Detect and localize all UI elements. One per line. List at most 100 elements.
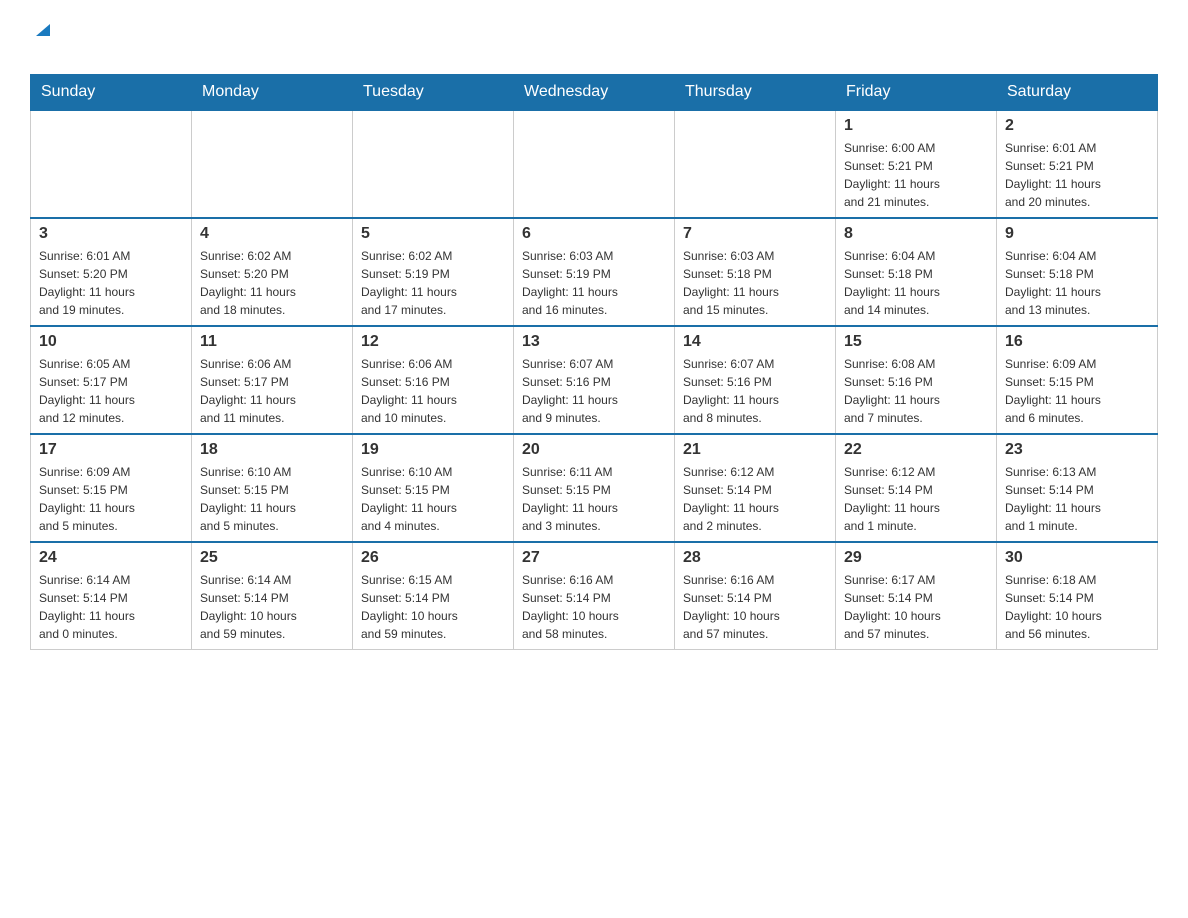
calendar-cell: 7 Sunrise: 6:03 AM Sunset: 5:18 PM Daylig… — [675, 218, 836, 326]
weekday-header-monday: Monday — [192, 75, 353, 111]
day-number: 20 — [522, 441, 666, 459]
calendar-cell — [353, 110, 514, 218]
calendar-cell: 16 Sunrise: 6:09 AM Sunset: 5:15 PM Dayli… — [997, 326, 1158, 434]
day-info: Sunrise: 6:12 AM Sunset: 5:14 PM Dayligh… — [683, 463, 827, 535]
calendar-cell: 5 Sunrise: 6:02 AM Sunset: 5:19 PM Daylig… — [353, 218, 514, 326]
logo — [30, 20, 72, 64]
day-info: Sunrise: 6:14 AM Sunset: 5:14 PM Dayligh… — [39, 571, 183, 643]
day-info: Sunrise: 6:09 AM Sunset: 5:15 PM Dayligh… — [39, 463, 183, 535]
calendar-table: SundayMondayTuesdayWednesdayThursdayFrid… — [30, 74, 1158, 650]
day-info: Sunrise: 6:10 AM Sunset: 5:15 PM Dayligh… — [361, 463, 505, 535]
calendar-cell: 9 Sunrise: 6:04 AM Sunset: 5:18 PM Daylig… — [997, 218, 1158, 326]
day-info: Sunrise: 6:00 AM Sunset: 5:21 PM Dayligh… — [844, 139, 988, 211]
calendar-week-5: 24 Sunrise: 6:14 AM Sunset: 5:14 PM Dayli… — [31, 542, 1158, 650]
calendar-cell: 18Sunrise: 6:10 AM Sunset: 5:15 PM Dayli… — [192, 434, 353, 542]
day-info: Sunrise: 6:12 AM Sunset: 5:14 PM Dayligh… — [844, 463, 988, 535]
calendar-cell — [192, 110, 353, 218]
calendar-header-row: SundayMondayTuesdayWednesdayThursdayFrid… — [31, 75, 1158, 111]
day-number: 9 — [1005, 225, 1149, 243]
calendar-week-1: 1Sunrise: 6:00 AM Sunset: 5:21 PM Daylig… — [31, 110, 1158, 218]
day-info: Sunrise: 6:02 AM Sunset: 5:20 PM Dayligh… — [200, 247, 344, 319]
day-info: Sunrise: 6:03 AM Sunset: 5:18 PM Dayligh… — [683, 247, 827, 319]
day-info: Sunrise: 6:06 AM Sunset: 5:17 PM Dayligh… — [200, 355, 344, 427]
calendar-cell: 4 Sunrise: 6:02 AM Sunset: 5:20 PM Daylig… — [192, 218, 353, 326]
day-info: Sunrise: 6:18 AM Sunset: 5:14 PM Dayligh… — [1005, 571, 1149, 643]
calendar-cell: 28Sunrise: 6:16 AM Sunset: 5:14 PM Dayli… — [675, 542, 836, 650]
calendar-cell: 12 Sunrise: 6:06 AM Sunset: 5:16 PM Dayli… — [353, 326, 514, 434]
day-info: Sunrise: 6:07 AM Sunset: 5:16 PM Dayligh… — [683, 355, 827, 427]
day-number: 6 — [522, 225, 666, 243]
day-number: 3 — [39, 225, 183, 243]
calendar-cell: 17Sunrise: 6:09 AM Sunset: 5:15 PM Dayli… — [31, 434, 192, 542]
day-info: Sunrise: 6:07 AM Sunset: 5:16 PM Dayligh… — [522, 355, 666, 427]
day-number: 23 — [1005, 441, 1149, 459]
calendar-cell: 14 Sunrise: 6:07 AM Sunset: 5:16 PM Dayli… — [675, 326, 836, 434]
day-info: Sunrise: 6:06 AM Sunset: 5:16 PM Dayligh… — [361, 355, 505, 427]
weekday-header-friday: Friday — [836, 75, 997, 111]
day-number: 26 — [361, 549, 505, 567]
day-info: Sunrise: 6:03 AM Sunset: 5:19 PM Dayligh… — [522, 247, 666, 319]
day-number: 30 — [1005, 549, 1149, 567]
day-info: Sunrise: 6:11 AM Sunset: 5:15 PM Dayligh… — [522, 463, 666, 535]
day-info: Sunrise: 6:14 AM Sunset: 5:14 PM Dayligh… — [200, 571, 344, 643]
day-number: 28 — [683, 549, 827, 567]
day-number: 19 — [361, 441, 505, 459]
calendar-cell: 1Sunrise: 6:00 AM Sunset: 5:21 PM Daylig… — [836, 110, 997, 218]
day-info: Sunrise: 6:02 AM Sunset: 5:19 PM Dayligh… — [361, 247, 505, 319]
day-info: Sunrise: 6:13 AM Sunset: 5:14 PM Dayligh… — [1005, 463, 1149, 535]
calendar-cell: 22 Sunrise: 6:12 AM Sunset: 5:14 PM Dayli… — [836, 434, 997, 542]
calendar-cell: 23 Sunrise: 6:13 AM Sunset: 5:14 PM Dayli… — [997, 434, 1158, 542]
calendar-cell — [675, 110, 836, 218]
calendar-cell: 13 Sunrise: 6:07 AM Sunset: 5:16 PM Dayli… — [514, 326, 675, 434]
day-number: 10 — [39, 333, 183, 351]
day-number: 16 — [1005, 333, 1149, 351]
calendar-week-2: 3 Sunrise: 6:01 AM Sunset: 5:20 PM Daylig… — [31, 218, 1158, 326]
day-number: 12 — [361, 333, 505, 351]
day-info: Sunrise: 6:01 AM Sunset: 5:21 PM Dayligh… — [1005, 139, 1149, 211]
calendar-cell: 6 Sunrise: 6:03 AM Sunset: 5:19 PM Daylig… — [514, 218, 675, 326]
day-number: 21 — [683, 441, 827, 459]
day-number: 25 — [200, 549, 344, 567]
weekday-header-saturday: Saturday — [997, 75, 1158, 111]
calendar-cell: 3 Sunrise: 6:01 AM Sunset: 5:20 PM Daylig… — [31, 218, 192, 326]
calendar-cell — [31, 110, 192, 218]
calendar-cell — [514, 110, 675, 218]
calendar-cell: 8 Sunrise: 6:04 AM Sunset: 5:18 PM Daylig… — [836, 218, 997, 326]
calendar-cell: 24 Sunrise: 6:14 AM Sunset: 5:14 PM Dayli… — [31, 542, 192, 650]
day-info: Sunrise: 6:01 AM Sunset: 5:20 PM Dayligh… — [39, 247, 183, 319]
day-number: 11 — [200, 333, 344, 351]
calendar-cell: 27Sunrise: 6:16 AM Sunset: 5:14 PM Dayli… — [514, 542, 675, 650]
day-number: 27 — [522, 549, 666, 567]
day-number: 5 — [361, 225, 505, 243]
day-info: Sunrise: 6:04 AM Sunset: 5:18 PM Dayligh… — [1005, 247, 1149, 319]
day-number: 14 — [683, 333, 827, 351]
calendar-cell: 26 Sunrise: 6:15 AM Sunset: 5:14 PM Dayli… — [353, 542, 514, 650]
calendar-cell: 25 Sunrise: 6:14 AM Sunset: 5:14 PM Dayli… — [192, 542, 353, 650]
day-info: Sunrise: 6:08 AM Sunset: 5:16 PM Dayligh… — [844, 355, 988, 427]
calendar-cell: 20 Sunrise: 6:11 AM Sunset: 5:15 PM Dayli… — [514, 434, 675, 542]
calendar-week-3: 10 Sunrise: 6:05 AM Sunset: 5:17 PM Dayli… — [31, 326, 1158, 434]
day-number: 4 — [200, 225, 344, 243]
day-number: 2 — [1005, 117, 1149, 135]
day-number: 8 — [844, 225, 988, 243]
day-info: Sunrise: 6:05 AM Sunset: 5:17 PM Dayligh… — [39, 355, 183, 427]
day-number: 7 — [683, 225, 827, 243]
day-number: 29 — [844, 549, 988, 567]
day-number: 13 — [522, 333, 666, 351]
day-number: 24 — [39, 549, 183, 567]
day-number: 22 — [844, 441, 988, 459]
calendar-cell: 10 Sunrise: 6:05 AM Sunset: 5:17 PM Dayli… — [31, 326, 192, 434]
calendar-cell: 21 Sunrise: 6:12 AM Sunset: 5:14 PM Dayli… — [675, 434, 836, 542]
day-info: Sunrise: 6:09 AM Sunset: 5:15 PM Dayligh… — [1005, 355, 1149, 427]
page-header — [30, 20, 1158, 64]
day-number: 15 — [844, 333, 988, 351]
day-info: Sunrise: 6:15 AM Sunset: 5:14 PM Dayligh… — [361, 571, 505, 643]
calendar-cell: 19 Sunrise: 6:10 AM Sunset: 5:15 PM Dayli… — [353, 434, 514, 542]
day-info: Sunrise: 6:04 AM Sunset: 5:18 PM Dayligh… — [844, 247, 988, 319]
day-number: 18 — [200, 441, 344, 459]
calendar-week-4: 17Sunrise: 6:09 AM Sunset: 5:15 PM Dayli… — [31, 434, 1158, 542]
weekday-header-tuesday: Tuesday — [353, 75, 514, 111]
weekday-header-sunday: Sunday — [31, 75, 192, 111]
logo-triangle-icon — [32, 18, 54, 40]
calendar-cell: 2 Sunrise: 6:01 AM Sunset: 5:21 PM Daylig… — [997, 110, 1158, 218]
